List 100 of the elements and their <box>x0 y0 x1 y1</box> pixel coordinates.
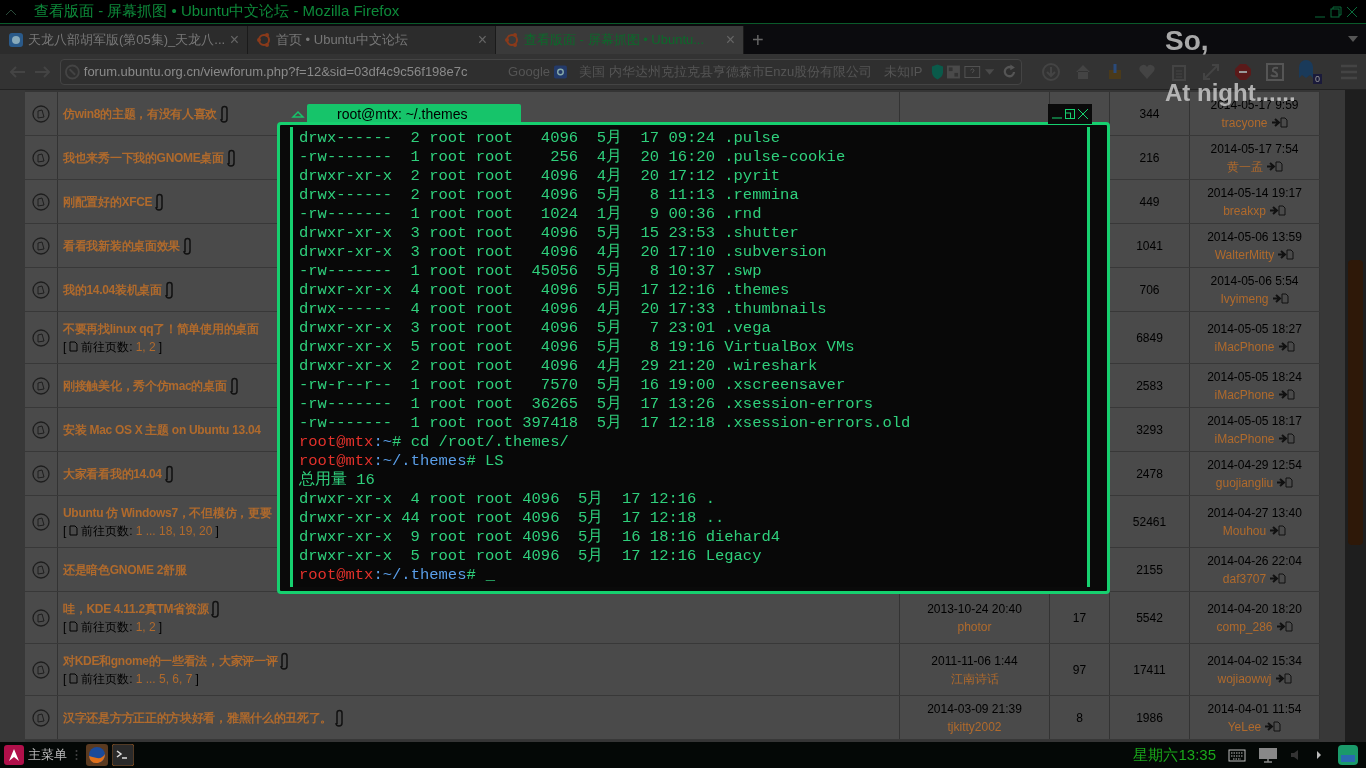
monitor-icon[interactable] <box>1258 747 1278 763</box>
author-link[interactable]: Ivyimeng <box>1220 289 1269 308</box>
page-links[interactable]: 1 ... 5, 6, 7 <box>135 669 193 688</box>
author-link[interactable]: tracyone <box>1221 113 1268 132</box>
topic-icon <box>32 236 50 255</box>
view-count: 17411 <box>1133 661 1166 679</box>
topic-link[interactable]: 安装 Mac OS X 主题 on Ubuntu 13.04 <box>63 420 261 439</box>
go-to-post-icon[interactable] <box>1275 673 1292 684</box>
go-to-post-icon[interactable] <box>1272 293 1289 304</box>
close-icon[interactable] <box>1078 109 1088 119</box>
author-link[interactable]: 江南诗话 <box>950 669 999 688</box>
caret-icon[interactable] <box>985 68 995 75</box>
author-link[interactable]: wojiaowwj <box>1217 669 1272 688</box>
author-link[interactable]: 黄一孟 <box>1226 157 1263 176</box>
caret-icon <box>291 109 305 119</box>
topic-link[interactable]: 不要再找linux qq了！简单使用的桌面 <box>63 319 259 338</box>
topic-link[interactable]: 大家看看我的14.04 <box>63 464 162 483</box>
prompt-user: root@mtx <box>299 433 374 452</box>
topic-link[interactable]: Ubuntu 仿 Windows7，不但模仿，更要 <box>63 503 272 522</box>
prompt-user: root@mtx <box>299 566 374 585</box>
author-link[interactable]: YeLee <box>1227 717 1262 736</box>
topic-link[interactable]: 汉字还是方方正正的方块好看，雅黑什么的丑死了。 <box>63 708 333 727</box>
go-to-post-icon[interactable] <box>1269 205 1286 216</box>
go-to-post-icon[interactable] <box>1266 161 1283 172</box>
author-link[interactable]: guojiangliu <box>1215 473 1274 492</box>
package-icon[interactable] <box>1106 62 1124 81</box>
browser-tab[interactable]: 天龙八部胡军版(第05集)_天龙八... × <box>0 26 248 54</box>
help-icon <box>964 64 981 79</box>
go-to-post-icon[interactable] <box>1270 525 1287 536</box>
topic-link[interactable]: 我的14.04装机桌面 <box>63 280 162 299</box>
terminal-icon[interactable] <box>112 744 134 766</box>
page-links[interactable]: 1, 2 <box>135 337 156 356</box>
go-to-post-icon[interactable] <box>1277 477 1294 488</box>
terminal-output: drwxr-xr-x 3 root root 4096 5月 7 23:01 .vega <box>299 319 772 338</box>
snippet-icon[interactable] <box>1266 62 1284 81</box>
expand-arrow-icon[interactable] <box>1316 751 1322 759</box>
keyboard-icon[interactable] <box>1228 748 1246 762</box>
go-to-post-icon[interactable] <box>1278 249 1295 260</box>
author-link[interactable]: iMacPhone <box>1214 429 1275 448</box>
author-link[interactable]: Mouhou <box>1222 521 1267 540</box>
qr-icon <box>947 64 961 79</box>
close-button[interactable]: × <box>725 28 735 52</box>
pages-label: 前往页数: <box>81 522 133 540</box>
author-link[interactable]: tjkitty2002 <box>947 717 1002 736</box>
terminal-output: -rw------- 1 root root 36265 5月 17 13:26 .xsession-errors <box>299 395 875 414</box>
caret-icon[interactable] <box>1348 36 1358 42</box>
go-to-post-icon[interactable] <box>1265 721 1282 732</box>
go-to-post-icon[interactable] <box>1271 117 1288 128</box>
launcher-icon[interactable] <box>1338 745 1358 765</box>
author-link[interactable]: iMacPhone <box>1214 385 1275 404</box>
start-menu-button[interactable]: 主菜单 <box>28 745 67 765</box>
topic-icon <box>32 420 50 439</box>
topic-link[interactable]: 刚接触美化，秀个仿mac的桌面 <box>63 376 227 395</box>
terminal-output: -rw-r--r-- 1 root root 7570 5月 16 19:00 .xscreensaver <box>299 376 847 395</box>
new-tab-button[interactable]: + <box>744 26 772 54</box>
post-date: 2014-03-09 21:39 <box>927 700 1022 718</box>
adblock-icon[interactable] <box>1234 62 1252 81</box>
prompt-path: :~/.themes <box>373 566 467 585</box>
topic-link[interactable]: 看看我新装的桌面效果 <box>63 236 180 255</box>
post-date: 2014-04-27 13:40 <box>1207 504 1302 522</box>
browser-tab[interactable]: 首页 • Ubuntu中文论坛 × <box>248 26 496 54</box>
go-to-post-icon[interactable] <box>1276 621 1293 632</box>
go-to-post-icon[interactable] <box>1278 433 1295 444</box>
topic-link[interactable]: 仿win8的主题，有没有人喜欢 <box>63 104 218 123</box>
restore-icon[interactable] <box>1065 109 1075 119</box>
app-menu-icon[interactable] <box>4 745 24 765</box>
author-link[interactable]: photor <box>957 617 992 636</box>
ghost-button[interactable]: 0 <box>1298 59 1322 84</box>
close-button[interactable]: × <box>229 28 239 52</box>
topic-link[interactable]: 还是暗色GNOME 2舒服 <box>63 560 187 579</box>
go-to-post-icon[interactable] <box>1270 573 1287 584</box>
topic-link[interactable]: 我也来秀一下我的GNOME桌面 <box>63 148 224 167</box>
volume-icon[interactable] <box>1290 749 1300 761</box>
reply-count: 17 <box>1072 609 1087 627</box>
post-date: 2011-11-06 1:44 <box>931 652 1018 670</box>
tab-title: 天龙八部胡军版(第05集)_天龙八... <box>28 31 226 50</box>
go-to-post-icon[interactable] <box>1278 389 1295 400</box>
topic-link[interactable]: 哇，KDE 4.11.2真TM省资源 <box>63 599 209 618</box>
page-links[interactable]: 1, 2 <box>135 617 156 636</box>
view-count: 5542 <box>1136 609 1163 627</box>
author-link[interactable]: WalterMitty <box>1214 245 1275 264</box>
author-link[interactable]: breakxp <box>1223 201 1266 220</box>
author-link[interactable]: daf3707 <box>1222 569 1267 588</box>
page-icon <box>69 525 79 536</box>
close-button[interactable]: × <box>477 28 487 52</box>
topic-link[interactable]: 刚配置好的XFCE <box>63 192 153 211</box>
reload-icon[interactable] <box>1002 63 1017 80</box>
view-count: 1986 <box>1136 709 1163 727</box>
author-link[interactable]: iMacPhone <box>1214 337 1275 356</box>
topic-link[interactable]: 对KDE和gnome的一些看法，大家评一评 <box>63 651 278 670</box>
separator-icon <box>75 749 78 761</box>
author-link[interactable]: comp_286 <box>1216 617 1273 636</box>
page-links[interactable]: 1 ... 18, 19, 20 <box>135 521 213 540</box>
view-count: 2583 <box>1136 377 1163 395</box>
go-to-post-icon[interactable] <box>1278 341 1295 352</box>
bracket-text: ] <box>158 338 163 356</box>
topic-icon <box>32 512 50 531</box>
scrollbar[interactable] <box>1345 90 1366 742</box>
firefox-icon[interactable] <box>86 744 108 766</box>
terminal-output: drwxr-xr-x 2 root root 4096 4月 29 21:20 .wireshark <box>299 357 819 376</box>
